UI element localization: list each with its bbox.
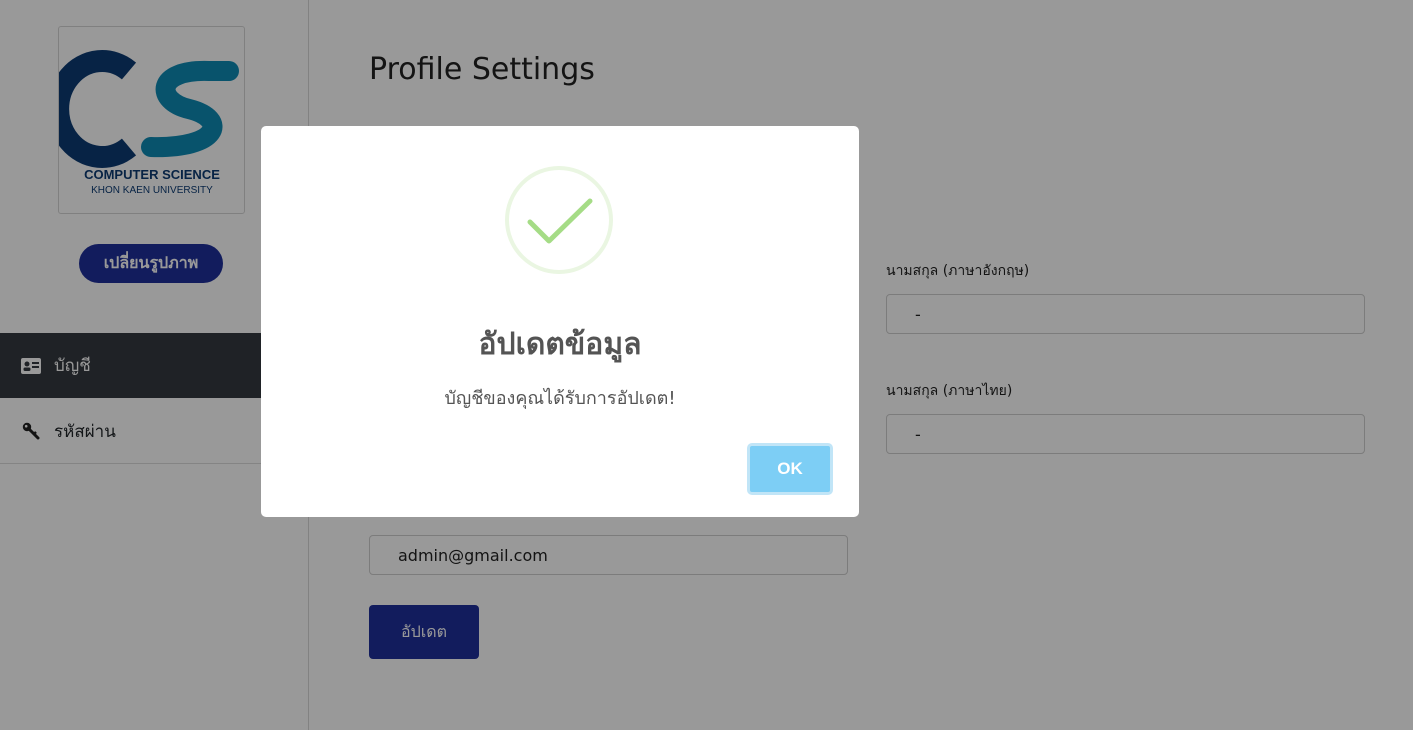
ok-button[interactable]: OK <box>747 443 833 495</box>
dialog-message: บัญชีของคุณได้รับการอัปเดต! <box>444 388 676 409</box>
success-dialog: อัปเดตข้อมูล บัญชีของคุณได้รับการอัปเดต!… <box>261 126 859 517</box>
dialog-title: อัปเดตข้อมูล <box>478 327 642 362</box>
success-check-icon <box>504 165 614 275</box>
page: COMPUTER SCIENCE KHON KAEN UNIVERSITY เป… <box>0 0 1413 730</box>
